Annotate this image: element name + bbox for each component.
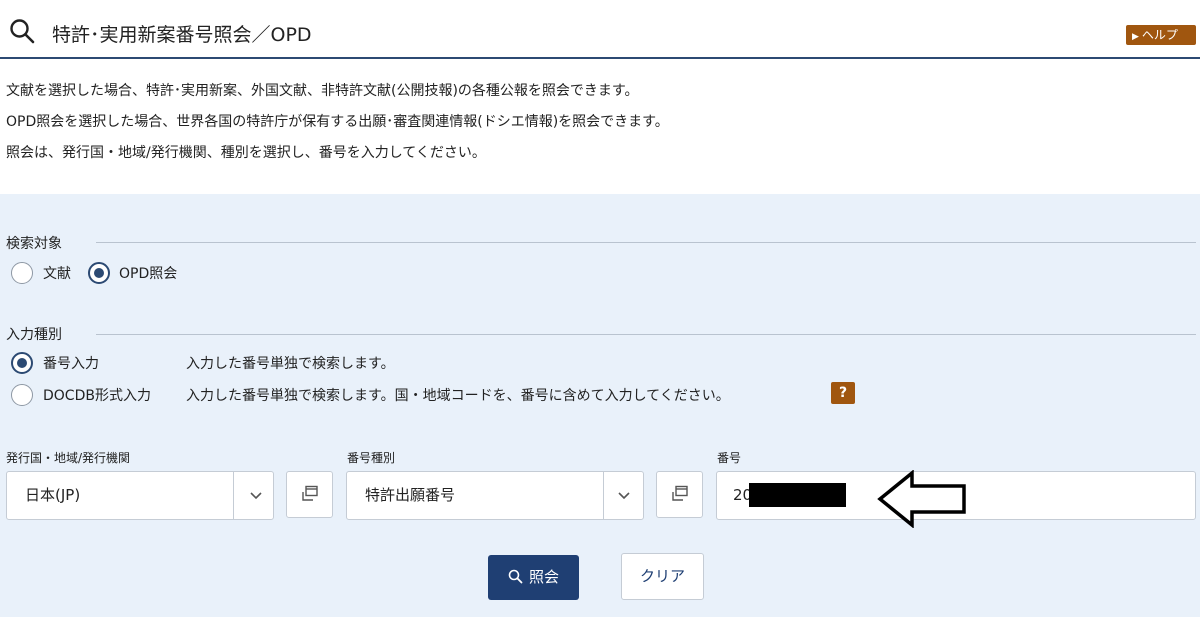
redaction-box xyxy=(749,483,846,507)
clear-button[interactable]: クリア xyxy=(621,553,704,600)
search-icon xyxy=(10,19,35,44)
radio-document-label[interactable]: 文献 xyxy=(43,263,71,283)
search-target-label: 検索対象 xyxy=(6,236,62,252)
radio-document[interactable] xyxy=(11,262,33,284)
description-line-2: OPD照会を選択した場合、世界各国の特許庁が保有する出願･審査関連情報(ドシエ情… xyxy=(6,114,669,130)
select-divider xyxy=(603,472,604,519)
chevron-down-icon xyxy=(618,492,630,500)
left-arrow-icon xyxy=(877,470,966,528)
radio-opd[interactable] xyxy=(88,262,110,284)
number-field-label: 番号 xyxy=(717,451,742,465)
help-button[interactable]: ▶ ヘルプ xyxy=(1126,25,1196,45)
number-type-field-label: 番号種別 xyxy=(347,451,396,465)
radio-number-input[interactable] xyxy=(11,352,33,374)
play-triangle-icon: ▶ xyxy=(1132,32,1139,42)
number-input-description: 入力した番号単独で検索します。 xyxy=(186,356,395,372)
page-header: 特許･実用新案番号照会／OPD ▶ ヘルプ xyxy=(0,0,1200,62)
search-icon xyxy=(508,569,523,584)
description-line-3: 照会は、発行国・地域/発行機関、種別を選択し、番号を入力してください。 xyxy=(6,145,486,161)
window-copy-icon xyxy=(672,485,688,501)
radio-docdb-input-label[interactable]: DOCDB形式入力 xyxy=(43,385,151,405)
description-line-1: 文献を選択した場合、特許･実用新案、外国文献、非特許文献(公開技報)の各種公報を… xyxy=(6,83,639,99)
number-type-window-button[interactable] xyxy=(656,471,703,518)
input-type-rule xyxy=(96,334,1196,335)
search-panel xyxy=(0,194,1200,617)
docdb-input-description: 入力した番号単独で検索します。国・地域コードを、番号に含めて入力してください。 xyxy=(186,388,730,404)
number-type-select[interactable]: 特許出願番号 xyxy=(346,471,644,520)
search-button-label: 照会 xyxy=(528,568,559,586)
search-button[interactable]: 照会 xyxy=(488,555,579,600)
country-window-button[interactable] xyxy=(286,471,333,518)
docdb-help-icon[interactable]: ? xyxy=(831,382,855,404)
country-select[interactable]: 日本(JP) xyxy=(6,471,274,520)
page-title: 特許･実用新案番号照会／OPD xyxy=(52,24,312,46)
country-select-value: 日本(JP) xyxy=(25,486,81,504)
window-copy-icon xyxy=(302,485,318,501)
input-type-label: 入力種別 xyxy=(6,327,62,343)
radio-opd-label[interactable]: OPD照会 xyxy=(119,263,177,283)
number-type-select-value: 特許出願番号 xyxy=(365,486,456,504)
header-divider xyxy=(0,57,1200,59)
help-button-label: ヘルプ xyxy=(1141,28,1178,42)
radio-number-input-label[interactable]: 番号入力 xyxy=(43,353,99,373)
search-target-rule xyxy=(96,242,1196,243)
select-divider xyxy=(233,472,234,519)
description: 文献を選択した場合、特許･実用新案、外国文献、非特許文献(公開技報)の各種公報を… xyxy=(6,79,669,172)
radio-docdb-input[interactable] xyxy=(11,384,33,406)
country-field-label: 発行国・地域/発行機関 xyxy=(6,451,131,465)
chevron-down-icon xyxy=(250,492,262,500)
